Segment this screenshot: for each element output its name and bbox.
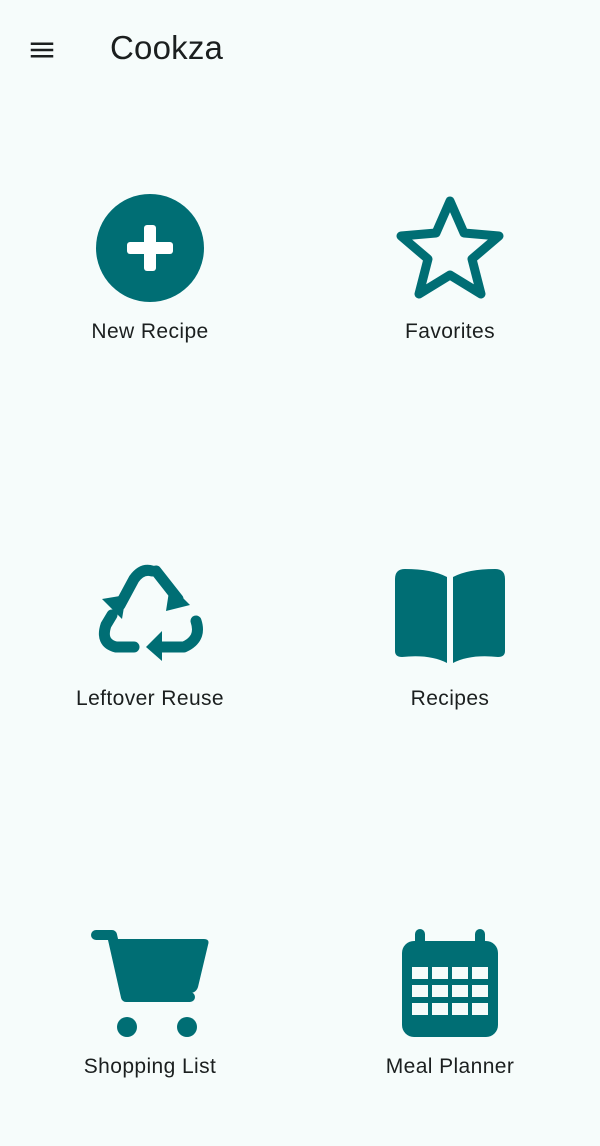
favorites-label: Favorites [405, 320, 495, 343]
shopping-list-tile[interactable]: Shopping List [0, 923, 300, 1123]
recipes-tile[interactable]: Recipes [300, 555, 600, 755]
new-recipe-tile[interactable]: New Recipe [0, 188, 300, 388]
calendar-icon [390, 923, 510, 1043]
hamburger-menu-icon [30, 42, 54, 58]
app-screen: Cookza New Recipe Favorites Leftover Reu… [0, 0, 600, 1146]
open-book-icon [390, 555, 510, 675]
shopping-list-label: Shopping List [83, 1055, 217, 1078]
star-outline-icon [390, 188, 510, 308]
app-title: Cookza [110, 29, 224, 66]
shopping-cart-icon [90, 923, 210, 1043]
leftover-reuse-tile[interactable]: Leftover Reuse [0, 555, 300, 755]
meal-planner-tile[interactable]: Meal Planner [300, 923, 600, 1123]
new-recipe-label: New Recipe [91, 320, 209, 343]
recipes-label: Recipes [410, 687, 490, 710]
favorites-tile[interactable]: Favorites [300, 188, 600, 388]
recycle-icon [90, 555, 210, 675]
leftover-reuse-label: Leftover Reuse [75, 687, 225, 710]
menu-button[interactable] [20, 28, 64, 72]
meal-planner-label: Meal Planner [385, 1055, 515, 1078]
app-bar: Cookza [0, 0, 600, 96]
add-circle-icon [90, 188, 210, 308]
